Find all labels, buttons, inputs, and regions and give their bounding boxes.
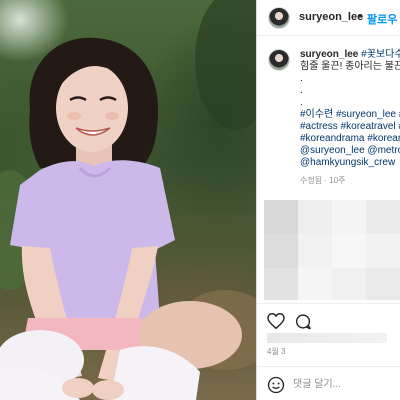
post-photo[interactable] bbox=[0, 0, 256, 400]
comment-box bbox=[257, 366, 400, 400]
comment-input[interactable] bbox=[293, 376, 393, 392]
caption-line: suryeon_lee #꽃보다수수 bbox=[300, 49, 400, 61]
caption-text: suryeon_lee #꽃보다수수 힘줄 울끈! 종아리는 불끈 . . . … bbox=[300, 49, 400, 169]
post-header: suryeon_lee • 팔로우 bbox=[257, 0, 400, 36]
post-date[interactable]: 4월 3 bbox=[267, 346, 285, 357]
hashtag-line[interactable]: #koreandrama #koreana bbox=[300, 133, 400, 145]
blur-cell bbox=[298, 200, 332, 234]
likes-count-blurred bbox=[267, 333, 387, 343]
blur-cell bbox=[366, 200, 400, 234]
caption-line: 힘줄 울끈! 종아리는 불끈 bbox=[300, 61, 400, 72]
caption-line: . bbox=[300, 85, 303, 96]
follow-button[interactable]: 팔로우 bbox=[367, 11, 397, 27]
mention-line[interactable]: @suryeon_lee @metroc bbox=[300, 145, 400, 157]
heart-icon[interactable] bbox=[267, 312, 285, 334]
hashtag-line[interactable]: #actress #koreatravel # bbox=[300, 121, 400, 133]
caption-avatar[interactable] bbox=[268, 49, 290, 71]
author-avatar[interactable] bbox=[268, 7, 290, 29]
blurred-comments bbox=[264, 200, 400, 300]
blur-cell bbox=[332, 234, 366, 268]
post-caption: suryeon_lee #꽃보다수수 힘줄 울끈! 종아리는 불끈 . . . … bbox=[257, 36, 400, 196]
hashtag-line[interactable]: #이수련 #suryeon_lee # bbox=[300, 109, 400, 121]
blur-cell bbox=[264, 268, 298, 300]
caption-line: . bbox=[300, 97, 303, 108]
blur-cell bbox=[366, 268, 400, 300]
blur-cell bbox=[298, 234, 332, 268]
post-actions bbox=[257, 303, 400, 335]
blur-cell bbox=[298, 268, 332, 300]
author-username[interactable]: suryeon_lee bbox=[299, 11, 363, 23]
blur-cell bbox=[264, 234, 298, 268]
blur-cell bbox=[366, 234, 400, 268]
blur-cell bbox=[264, 200, 298, 234]
caption-username[interactable]: suryeon_lee bbox=[300, 49, 358, 60]
blur-cell bbox=[332, 268, 366, 300]
header-separator: • bbox=[358, 10, 362, 22]
mention-line[interactable]: @hamkyungsik_crew bbox=[300, 157, 400, 169]
comment-icon[interactable] bbox=[294, 313, 312, 335]
blur-cell bbox=[332, 200, 366, 234]
emoji-icon[interactable] bbox=[267, 376, 285, 399]
post-side-panel: suryeon_lee • 팔로우 suryeon_lee #꽃보다수수 힘줄 … bbox=[257, 0, 400, 400]
caption-meta: 수정됨 · 10주 bbox=[300, 176, 346, 185]
caption-line: . bbox=[300, 73, 303, 84]
hashtag[interactable]: #꽃보다수수 bbox=[361, 49, 400, 60]
post-photo-illustration bbox=[0, 0, 256, 400]
